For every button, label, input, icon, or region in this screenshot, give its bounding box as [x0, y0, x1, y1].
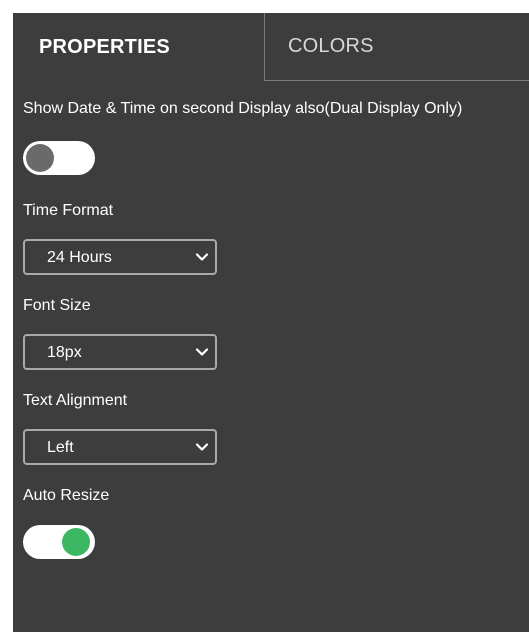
auto-resize-toggle[interactable] [23, 525, 95, 559]
time-format-select[interactable]: 24 Hours [23, 239, 217, 275]
time-format-value: 24 Hours [47, 249, 112, 266]
properties-panel: PROPERTIES COLORS Show Date & Time on se… [13, 13, 529, 632]
text-alignment-value: Left [47, 439, 74, 456]
tab-colors[interactable]: COLORS [265, 13, 529, 81]
chevron-down-icon [195, 440, 209, 454]
font-size-label: Font Size [23, 297, 91, 314]
dual-display-toggle[interactable] [23, 141, 95, 175]
font-size-value: 18px [47, 344, 82, 361]
text-alignment-select[interactable]: Left [23, 429, 217, 465]
toggle-knob [62, 528, 90, 556]
tab-bar: PROPERTIES COLORS [13, 13, 529, 81]
time-format-label: Time Format [23, 202, 114, 219]
dual-display-label: Show Date & Time on second Display also(… [23, 100, 463, 117]
chevron-down-icon [195, 345, 209, 359]
font-size-select[interactable]: 18px [23, 334, 217, 370]
auto-resize-label: Auto Resize [23, 487, 110, 504]
chevron-down-icon [195, 250, 209, 264]
tab-properties[interactable]: PROPERTIES [13, 13, 265, 81]
text-alignment-label: Text Alignment [23, 392, 128, 409]
toggle-knob [26, 144, 54, 172]
properties-form: Show Date & Time on second Display also(… [23, 96, 523, 559]
